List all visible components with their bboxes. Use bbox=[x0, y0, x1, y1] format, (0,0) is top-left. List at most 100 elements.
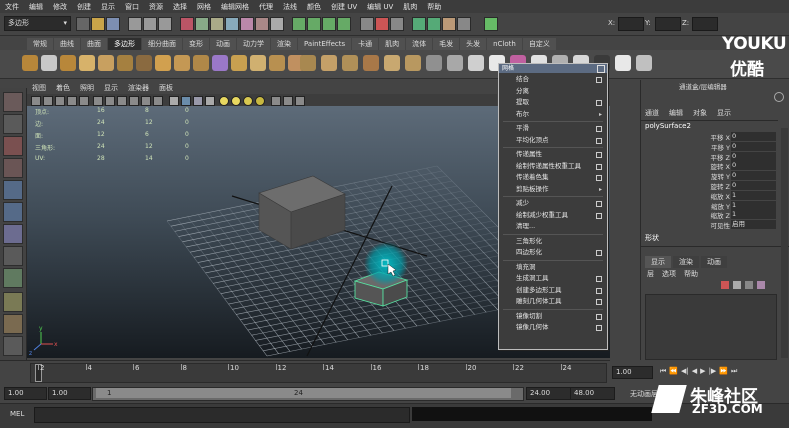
x-field[interactable] bbox=[618, 17, 644, 31]
save-scene-icon[interactable] bbox=[106, 17, 120, 31]
shelf-tab[interactable]: 渲染 bbox=[271, 38, 297, 50]
layer-tab[interactable]: 动画 bbox=[701, 256, 727, 268]
input-icon[interactable] bbox=[375, 17, 389, 31]
select-component-icon[interactable] bbox=[158, 17, 172, 31]
layer-list[interactable] bbox=[645, 294, 777, 360]
film-gate-icon[interactable] bbox=[93, 96, 103, 106]
go-start-icon[interactable]: ⏮ bbox=[660, 367, 666, 378]
channel-row[interactable]: 可见性 启用 bbox=[641, 220, 778, 230]
panel-menu-item[interactable]: 着色 bbox=[51, 82, 75, 94]
panel-menu-item[interactable]: 视图 bbox=[27, 82, 51, 94]
shelf-tool-icon[interactable] bbox=[426, 55, 442, 71]
channel-value[interactable]: 启用 bbox=[731, 220, 776, 230]
wireframe-on-shaded-icon[interactable] bbox=[193, 96, 203, 106]
output-icon[interactable] bbox=[390, 17, 404, 31]
channel-row[interactable]: 旋转 Z0 bbox=[641, 180, 778, 191]
popup-menu-item[interactable]: 镜像几何体 bbox=[499, 322, 607, 333]
move-tool-icon[interactable] bbox=[3, 158, 23, 178]
selected-lights-icon[interactable] bbox=[255, 96, 265, 106]
shelf-tool-icon[interactable] bbox=[384, 55, 400, 71]
option-box-icon[interactable] bbox=[596, 313, 602, 320]
shelf-tool-icon[interactable] bbox=[269, 55, 285, 71]
shelf-tool-icon[interactable] bbox=[447, 55, 463, 71]
select-object-icon[interactable] bbox=[143, 17, 157, 31]
shelf-tool-icon[interactable] bbox=[342, 55, 358, 71]
shelf-tool-icon[interactable] bbox=[60, 55, 76, 71]
shelf-tab[interactable]: 细分曲面 bbox=[142, 38, 182, 50]
mask-icon[interactable] bbox=[180, 17, 194, 31]
shelf-tool-icon[interactable] bbox=[250, 55, 266, 71]
popup-menu-item[interactable]: 创建多边形工具 bbox=[499, 285, 607, 296]
option-box-icon[interactable] bbox=[596, 175, 602, 181]
time-slider[interactable]: 2 4 6 8 10 12 14 16 18 20 22 24 bbox=[0, 360, 610, 383]
shelf-tab[interactable]: 动画 bbox=[210, 38, 236, 50]
shelf-tool-icon[interactable] bbox=[155, 55, 171, 71]
mask-icon-7[interactable] bbox=[270, 17, 284, 31]
popup-menu-item[interactable]: 布尔 ▸ bbox=[499, 109, 607, 120]
layer-icon[interactable] bbox=[721, 281, 729, 289]
popup-menu-item[interactable]: 填充洞 bbox=[499, 262, 607, 273]
menu-item[interactable]: 代理 bbox=[254, 2, 278, 12]
shelf-tool-icon[interactable] bbox=[79, 55, 95, 71]
outliner-icon[interactable] bbox=[3, 336, 23, 356]
menu-item[interactable]: 网格 bbox=[192, 2, 216, 12]
panel-menu-item[interactable]: 照明 bbox=[75, 82, 99, 94]
lasso-tool-icon[interactable] bbox=[3, 114, 23, 134]
wireframe-icon[interactable] bbox=[169, 96, 179, 106]
scale-tool-icon[interactable] bbox=[3, 202, 23, 222]
shadows-icon[interactable] bbox=[243, 96, 253, 106]
shelf-tool-icon[interactable] bbox=[231, 55, 247, 71]
grid-icon[interactable] bbox=[79, 96, 89, 106]
channel-row[interactable]: 平移 Z0 bbox=[641, 151, 778, 162]
camera-icon[interactable] bbox=[31, 96, 41, 106]
camera-attr-icon[interactable] bbox=[43, 96, 53, 106]
menu-item[interactable]: 创建 UV bbox=[326, 2, 362, 12]
popup-menu-item[interactable]: 雕刻几何体工具 bbox=[499, 296, 607, 307]
channel-value[interactable]: 0 bbox=[731, 151, 776, 161]
shelf-tab[interactable]: 肌肉 bbox=[379, 38, 406, 50]
popup-menu-item[interactable]: 传递属性 bbox=[499, 149, 607, 160]
popup-menu-item[interactable]: 结合 bbox=[499, 74, 607, 85]
layer-tab[interactable]: 渲染 bbox=[673, 256, 699, 268]
channel-menu-item[interactable]: 对象 bbox=[693, 108, 717, 118]
snap-surface-icon[interactable] bbox=[337, 17, 351, 31]
channel-value[interactable]: 0 bbox=[731, 171, 776, 181]
menu-item[interactable]: 修改 bbox=[48, 2, 72, 12]
option-box-icon[interactable] bbox=[596, 287, 602, 294]
menu-item[interactable]: 颜色 bbox=[302, 2, 326, 12]
popup-menu-item[interactable]: 绘制减少权重工具 bbox=[499, 210, 607, 221]
shelf-tool-icon[interactable] bbox=[636, 55, 652, 71]
menu-item[interactable]: 显示 bbox=[96, 2, 120, 12]
layout-four-icon[interactable] bbox=[3, 314, 23, 334]
menu-item[interactable]: 窗口 bbox=[120, 2, 144, 12]
shelf-tab[interactable]: 头发 bbox=[460, 38, 487, 50]
playback-start-field[interactable]: 1.00 bbox=[48, 387, 91, 400]
channel-menu-item[interactable]: 通道 bbox=[645, 108, 669, 118]
popup-menu-item[interactable]: 四边形化 bbox=[499, 247, 607, 258]
shelf-tool-icon[interactable] bbox=[22, 55, 38, 71]
shelf-tab[interactable]: 毛发 bbox=[433, 38, 460, 50]
panel-menu-item[interactable]: 显示 bbox=[99, 82, 123, 94]
channel-menu-item[interactable]: 编辑 bbox=[669, 108, 693, 118]
shelf-tool-icon[interactable] bbox=[41, 55, 57, 71]
close-icon[interactable] bbox=[597, 65, 605, 73]
popup-menu-item[interactable]: 镜像切割 bbox=[499, 311, 607, 322]
channel-row[interactable]: 平移 Y0 bbox=[641, 141, 778, 152]
shelf-tool-icon[interactable] bbox=[615, 55, 631, 71]
image-plane-icon[interactable] bbox=[67, 96, 77, 106]
show-manip-icon[interactable] bbox=[3, 268, 23, 288]
menu-item[interactable]: 法线 bbox=[278, 2, 302, 12]
shelf-tool-icon[interactable] bbox=[98, 55, 114, 71]
channel-row[interactable]: 旋转 Y0 bbox=[641, 171, 778, 181]
mask-icon-2[interactable] bbox=[195, 17, 209, 31]
step-back-icon[interactable]: ⏪ bbox=[669, 367, 678, 378]
channel-value[interactable]: 1 bbox=[731, 190, 776, 200]
scrollbar[interactable] bbox=[781, 128, 788, 358]
xray-joints-icon[interactable] bbox=[283, 96, 293, 106]
gate-mask-icon[interactable] bbox=[117, 96, 127, 106]
popup-menu-item[interactable]: 传递着色集 bbox=[499, 172, 607, 183]
select-tool-icon[interactable] bbox=[3, 92, 23, 112]
popup-menu-item[interactable]: 平均化顶点 bbox=[499, 135, 607, 146]
textured-icon[interactable] bbox=[205, 96, 215, 106]
snap-point-icon[interactable] bbox=[322, 17, 336, 31]
